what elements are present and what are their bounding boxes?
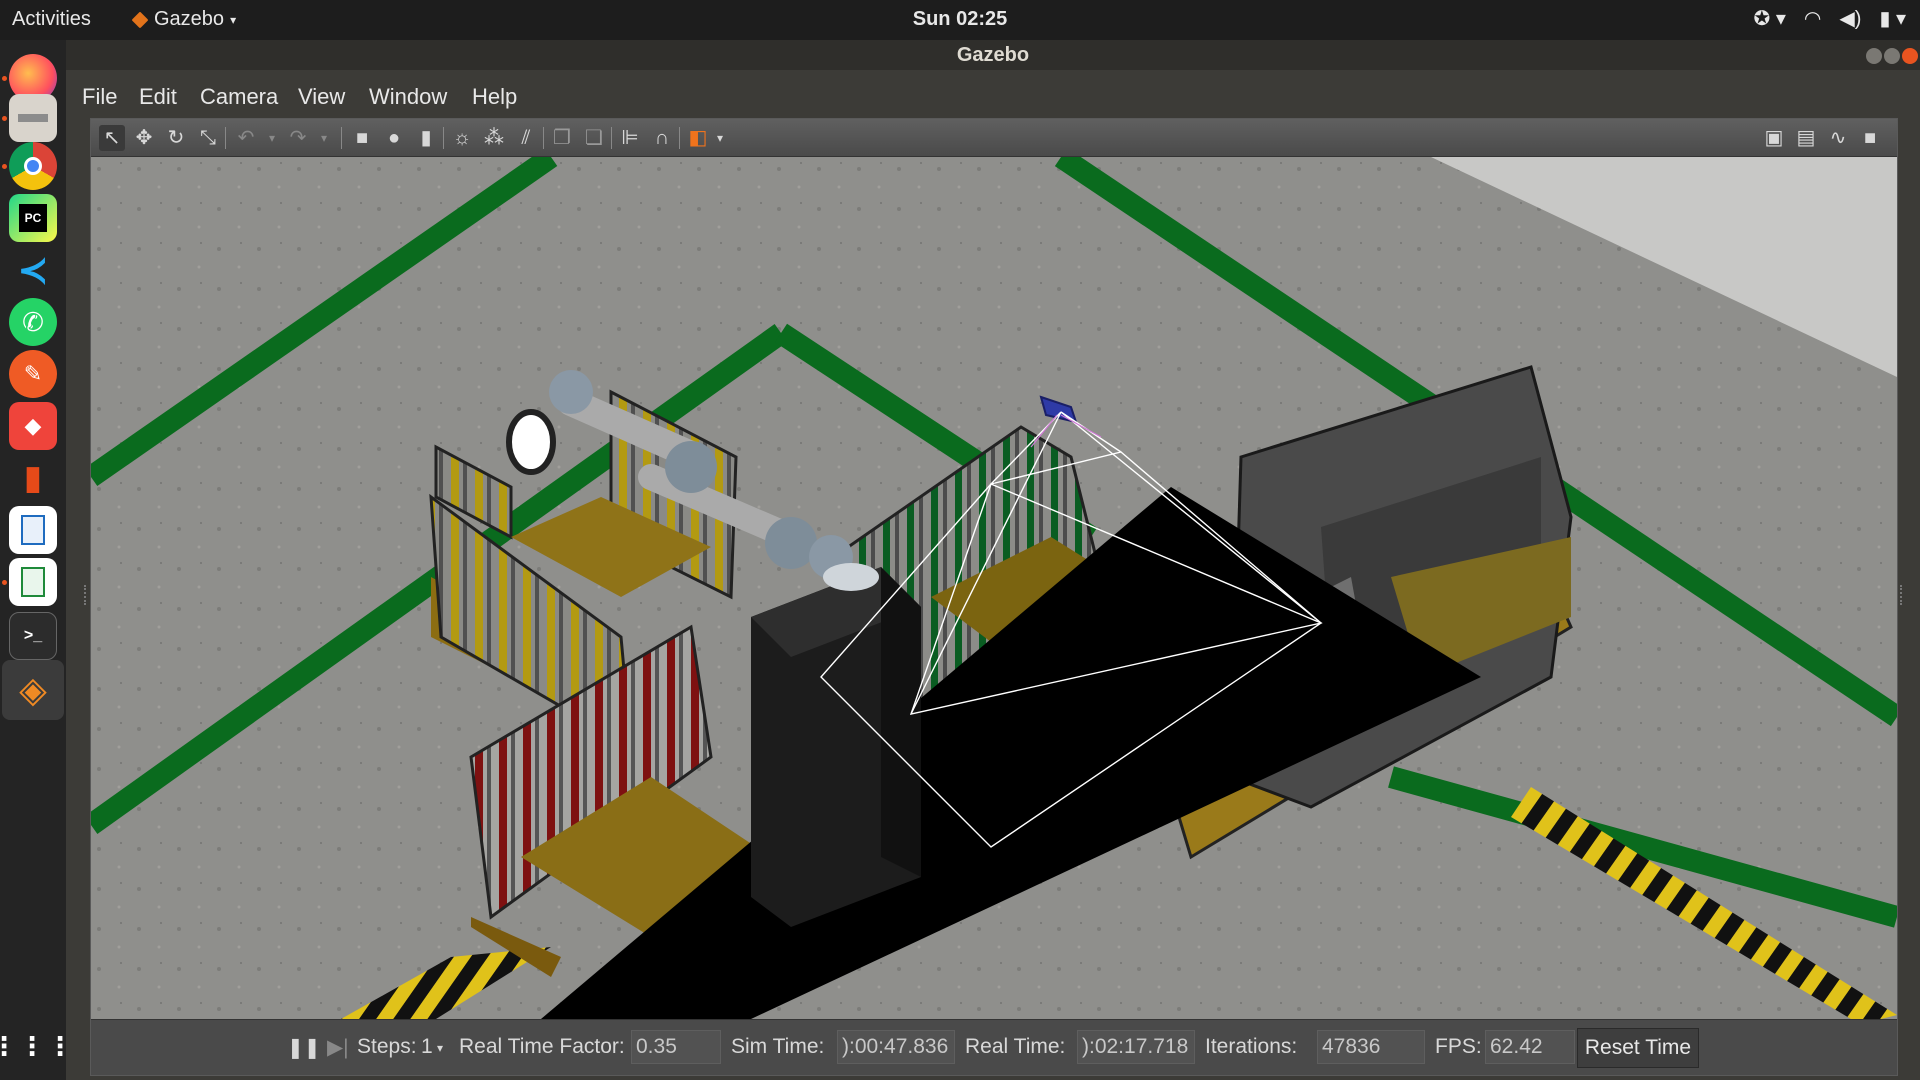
sim-time-value: ):00:47.836 [837,1030,955,1064]
toolbar-separator [225,127,226,149]
gazebo-window: Gazebo File Edit Camera View Window Help… [66,40,1920,1080]
scale-icon[interactable]: ⤡ [195,125,221,151]
spot-light-icon[interactable]: ⁂ [481,125,507,151]
toolbar-separator [443,127,444,149]
step-icon[interactable]: ▶| [327,1035,349,1060]
fps-value: 62.42 [1485,1030,1575,1064]
box-icon[interactable]: ■ [349,125,375,151]
left-panel-handle[interactable] [84,585,87,605]
view-angle-dropdown-icon[interactable]: ▾ [707,125,733,151]
running-indicator [2,164,7,169]
iterations-label: Iterations: [1205,1035,1298,1058]
wifi-icon[interactable]: ◠ [1804,6,1821,31]
undo-icon[interactable]: ↶ [233,125,259,151]
sphere-icon[interactable]: ● [381,125,407,151]
vscode-icon[interactable]: ≺ [9,246,57,294]
toolbar-separator [543,127,544,149]
real-time-label: Real Time: [965,1035,1066,1058]
redo-history-icon[interactable]: ▾ [311,125,337,151]
accessibility-icon[interactable]: ✪ ▾ [1754,6,1786,31]
rotate-icon[interactable]: ↻ [163,125,189,151]
anydesk-icon[interactable]: ◆ [9,402,57,450]
whatsapp-icon[interactable]: ✆ [9,298,57,346]
volume-icon[interactable]: ◀) [1839,6,1861,31]
menu-view[interactable]: View [298,84,345,110]
real-time-value: ):02:17.718 [1077,1030,1195,1064]
sim-time-label: Sim Time: [731,1035,825,1058]
record-icon[interactable]: ■ [1857,125,1883,151]
rtf-label: Real Time Factor: [459,1035,625,1058]
chevron-down-icon[interactable]: ▾ [437,1041,443,1055]
toolbar-separator [611,127,612,149]
menu-edit[interactable]: Edit [139,84,177,110]
rtf-value: 0.35 [631,1030,721,1064]
toolbar-separator [679,127,680,149]
running-indicator [2,580,7,585]
pause-icon[interactable]: ❚❚ [287,1035,321,1060]
render-panel: ↖ ✥ ↻ ⤡ ↶ ▾ ↷ ▾ ■ ● ▮ ☼ ⁂ ⫽ ❐ ❏ ⊫ ∩ ◧ ▾ [90,118,1898,1076]
running-indicator [2,76,7,81]
top-bar: Activities Gazebo ▾ Sun 02:25 ✪ ▾ ◠ ◀) ▮… [0,0,1920,40]
postman-icon[interactable]: ✎ [9,350,57,398]
snap-icon[interactable]: ∩ [649,125,675,151]
render-toolbar: ↖ ✥ ↻ ⤡ ↶ ▾ ↷ ▾ ■ ● ▮ ☼ ⁂ ⫽ ❐ ❏ ⊫ ∩ ◧ ▾ [91,119,1897,157]
reset-time-button[interactable]: Reset Time [1577,1028,1699,1068]
plot-icon[interactable]: ∿ [1825,125,1851,151]
right-panel-handle[interactable] [1900,585,1903,605]
steps-label: Steps: [357,1035,417,1058]
menu-help[interactable]: Help [472,84,517,110]
align-icon[interactable]: ⊫ [617,125,643,151]
fps-label: FPS: [1435,1035,1482,1058]
point-light-icon[interactable]: ☼ [449,125,475,151]
terminal-icon[interactable]: >_ [9,612,57,660]
paste-icon[interactable]: ❏ [581,125,607,151]
toolbar-separator [341,127,342,149]
status-bar: ❚❚ ▶| Steps: 1 ▾ Real Time Factor: 0.35 … [91,1019,1897,1075]
iterations-value: 47836 [1317,1030,1425,1064]
scene-render[interactable] [91,157,1897,1019]
writer-icon[interactable] [9,506,57,554]
screenshot-icon[interactable]: ▣ [1761,125,1787,151]
dock: PC ≺ ✆ ✎ ◆ ▮ >_ ◈ ⋮⋮⋮ [0,40,73,1080]
scene-viewport[interactable] [91,157,1897,1019]
pycharm-icon[interactable]: PC [9,194,57,242]
chrome-icon[interactable] [9,142,57,190]
system-tray[interactable]: ✪ ▾ ◠ ◀) ▮ ▾ [1754,6,1906,31]
running-indicator [2,116,7,121]
select-icon[interactable]: ↖ [99,125,125,151]
redo-icon[interactable]: ↷ [285,125,311,151]
office-icon[interactable]: ▮ [9,454,57,502]
maximize-button[interactable] [1884,48,1900,64]
undo-history-icon[interactable]: ▾ [259,125,285,151]
close-button[interactable] [1902,48,1918,64]
robot-pedestal [751,567,921,927]
battery-icon[interactable]: ▮ ▾ [1879,6,1906,31]
log-icon[interactable]: ▤ [1793,125,1819,151]
menu-camera[interactable]: Camera [200,84,278,110]
window-title: Gazebo [956,44,1030,66]
calc-icon[interactable] [9,558,57,606]
menu-window[interactable]: Window [369,84,447,110]
menu-file[interactable]: File [82,84,117,110]
copy-icon[interactable]: ❐ [549,125,575,151]
show-applications-icon[interactable]: ⋮⋮⋮ [0,1022,73,1070]
cylinder-icon[interactable]: ▮ [413,125,439,151]
directional-light-icon[interactable]: ⫽ [513,125,539,151]
gazebo-icon[interactable]: ◈ [9,666,57,714]
minimize-button[interactable] [1866,48,1882,64]
window-titlebar[interactable]: Gazebo [66,40,1920,70]
translate-icon[interactable]: ✥ [131,125,157,151]
clock[interactable]: Sun 02:25 [0,8,1920,31]
steps-value[interactable]: 1 [421,1035,433,1059]
files-icon[interactable] [9,94,57,142]
